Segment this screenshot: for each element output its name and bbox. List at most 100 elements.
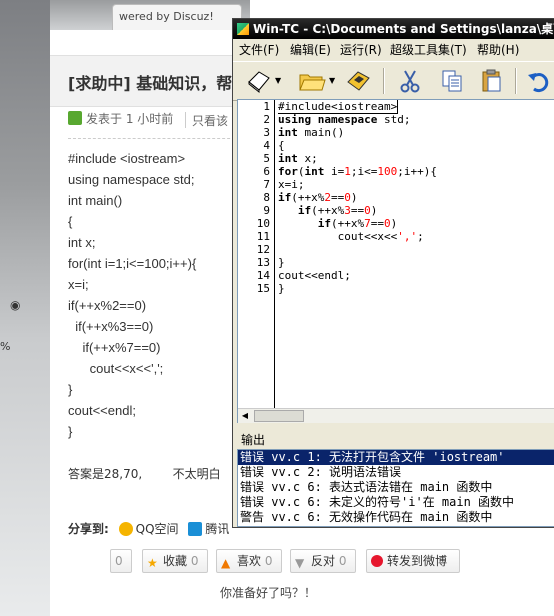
post-code-line: for(int i=1;i<=100;i++){ bbox=[68, 256, 197, 271]
first-action-count: 0 bbox=[115, 554, 123, 568]
first-action-button[interactable]: 0 bbox=[110, 549, 132, 573]
wintc-title: Win-TC - C:\Documents and Settings\lanza… bbox=[253, 22, 554, 36]
line-number: 10 bbox=[256, 217, 270, 230]
weibo-icon bbox=[371, 555, 383, 567]
post-code-line: { bbox=[68, 214, 73, 229]
code-line[interactable]: cout<<x<<','; bbox=[278, 230, 554, 243]
new-file-icon[interactable] bbox=[243, 66, 273, 96]
menu-file[interactable]: 文件(F) bbox=[239, 41, 279, 58]
code-text-area[interactable]: #include<iostream> using namespace std; in… bbox=[278, 100, 554, 408]
share-label: 分享到: bbox=[68, 522, 109, 536]
favorite-button[interactable]: ★ 收藏 0 bbox=[142, 549, 208, 573]
favorite-label: 收藏 bbox=[163, 554, 188, 568]
post-code-line: } bbox=[68, 424, 73, 439]
like-button[interactable]: ▲ 喜欢 0 bbox=[216, 549, 282, 573]
line-number: 11 bbox=[256, 230, 270, 243]
post-code-line: } bbox=[68, 382, 73, 397]
code-line[interactable]: int x; bbox=[278, 152, 554, 165]
code-line[interactable]: ​ bbox=[278, 243, 554, 256]
arrow-down-icon: ▼ bbox=[295, 556, 305, 570]
line-number: 14 bbox=[256, 269, 270, 282]
code-line[interactable]: cout<<endl; bbox=[278, 269, 554, 282]
post-code-line: int main() bbox=[68, 193, 123, 208]
side-percent-label: % bbox=[0, 340, 11, 353]
code-line[interactable]: if(++x%3==0) bbox=[278, 204, 554, 217]
line-number: 9 bbox=[263, 204, 270, 217]
output-line[interactable]: 错误 vv.c 1: 无法打开包含文件 'iostream' bbox=[238, 450, 554, 465]
post-code-line: int x; bbox=[68, 235, 96, 250]
line-number: 15 bbox=[256, 282, 270, 295]
output-panel-label: 输出 bbox=[241, 433, 266, 447]
open-dropdown-arrow[interactable]: ▼ bbox=[329, 76, 337, 85]
undo-icon[interactable] bbox=[523, 66, 553, 96]
output-line[interactable]: 错误 vv.c 6: 表达式语法错在 main 函数中 bbox=[238, 480, 554, 495]
post-title: [求助中] 基础知识，帮 bbox=[68, 74, 233, 93]
open-folder-icon[interactable] bbox=[297, 66, 327, 96]
oppose-count: 0 bbox=[338, 554, 347, 568]
output-line[interactable]: 警告 vv.c 6: 无效操作代码在 main 函数中 bbox=[238, 510, 554, 525]
post-divider bbox=[68, 138, 250, 139]
line-number: 6 bbox=[263, 165, 270, 178]
code-line[interactable]: #include<iostream> bbox=[278, 100, 554, 114]
post-code-line: if(++x%2==0) bbox=[68, 298, 147, 313]
weibo-forward-button[interactable]: 转发到微博 bbox=[366, 549, 460, 573]
tencent-weibo-icon[interactable] bbox=[188, 522, 203, 536]
line-number: 12 bbox=[256, 243, 270, 256]
line-number: 5 bbox=[263, 152, 270, 165]
copy-icon[interactable] bbox=[437, 66, 467, 96]
code-line[interactable]: using namespace std; bbox=[278, 113, 554, 126]
share-bar: 分享到: QQ空间 腾讯 bbox=[68, 520, 229, 537]
new-dropdown-arrow[interactable]: ▼ bbox=[275, 76, 283, 85]
post-code-line: #include <iostream> bbox=[68, 151, 186, 166]
menu-help[interactable]: 帮助(H) bbox=[477, 41, 519, 58]
like-label: 喜欢 bbox=[237, 554, 262, 568]
only-author-link[interactable]: 只看该 bbox=[192, 112, 228, 129]
online-status-icon bbox=[68, 111, 82, 125]
output-line[interactable]: 错误 vv.c 2: 说明语法错误 bbox=[238, 465, 554, 480]
wintc-titlebar[interactable]: Win-TC - C:\Documents and Settings\lanza… bbox=[233, 19, 554, 39]
post-code-line: if(++x%3==0) bbox=[68, 319, 154, 334]
editor-horizontal-scrollbar[interactable]: ◀ bbox=[238, 408, 554, 423]
wintc-app-icon bbox=[237, 23, 249, 35]
post-answer-text: 答案是28,70, 不太明白 bbox=[68, 467, 221, 481]
line-number: 4 bbox=[263, 139, 270, 152]
code-line[interactable]: x=i; bbox=[278, 178, 554, 191]
oppose-label: 反对 bbox=[311, 554, 336, 568]
output-panel[interactable]: 错误 vv.c 1: 无法打开包含文件 'iostream' 错误 vv.c 2… bbox=[237, 449, 554, 527]
forum-page: wered by Discuz! [求助中] 基础知识，帮 发表于 1 小时前 … bbox=[50, 0, 460, 616]
save-disk-icon[interactable] bbox=[343, 66, 373, 96]
star-icon: ★ bbox=[147, 556, 158, 570]
browser-tab[interactable]: wered by Discuz! bbox=[112, 4, 242, 30]
output-line[interactable]: 错误 vv.c 6: 未定义的符号'i'在 main 函数中 bbox=[238, 495, 554, 510]
paste-icon[interactable] bbox=[477, 66, 507, 96]
code-editor[interactable]: 1 2 3 4 5 6 7 8 9 10 11 12 13 14 15 #inc… bbox=[237, 99, 554, 423]
cut-icon[interactable] bbox=[395, 66, 425, 96]
background-desktop-strip: ◉ % bbox=[0, 0, 50, 616]
code-line[interactable]: int main() bbox=[278, 126, 554, 139]
post-code-line: if(++x%7==0) bbox=[68, 340, 161, 355]
code-line[interactable]: } bbox=[278, 282, 554, 295]
weibo-label: 转发到微博 bbox=[387, 554, 448, 568]
scrollbar-thumb[interactable] bbox=[254, 410, 304, 422]
qzone-icon[interactable] bbox=[118, 522, 133, 536]
line-number: 13 bbox=[256, 256, 270, 269]
code-line[interactable]: } bbox=[278, 256, 554, 269]
scroll-left-arrow-icon[interactable]: ◀ bbox=[238, 409, 252, 423]
menu-run[interactable]: 运行(R) bbox=[340, 41, 382, 58]
code-line[interactable]: if(++x%7==0) bbox=[278, 217, 554, 230]
oppose-button[interactable]: ▼ 反对 0 bbox=[290, 549, 356, 573]
code-line[interactable]: { bbox=[278, 139, 554, 152]
line-number: 3 bbox=[263, 126, 270, 139]
menu-tools[interactable]: 超级工具集(T) bbox=[390, 41, 467, 58]
post-code-line: cout<<endl; bbox=[68, 403, 136, 418]
code-line[interactable]: if(++x%2==0) bbox=[278, 191, 554, 204]
line-number: 7 bbox=[263, 178, 270, 191]
code-line[interactable]: for(int i=1;i<=100;i++){ bbox=[278, 165, 554, 178]
toolbar-separator bbox=[515, 68, 517, 94]
share-tencent-link[interactable]: 腾讯 bbox=[205, 522, 229, 536]
menu-edit[interactable]: 编辑(E) bbox=[290, 41, 331, 58]
post-code-line: using namespace std; bbox=[68, 172, 195, 187]
share-qzone-link[interactable]: QQ空间 bbox=[136, 522, 179, 536]
line-number: 2 bbox=[263, 113, 270, 126]
post-time: 发表于 1 小时前 bbox=[86, 112, 174, 126]
